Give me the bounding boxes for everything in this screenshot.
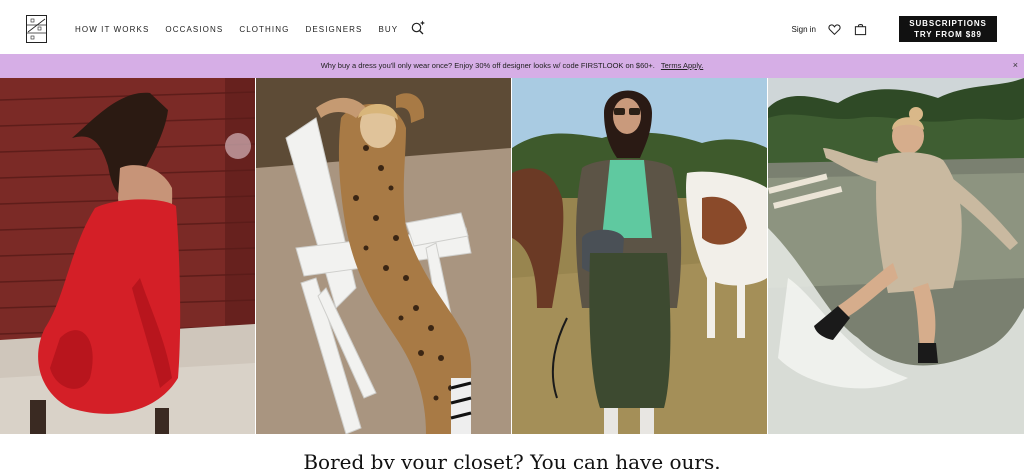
shopping-bag-icon[interactable] [854,23,867,36]
rtr-logo-icon[interactable] [26,15,47,43]
sparkle-search-icon[interactable] [410,19,426,35]
subscriptions-button-title: SUBSCRIPTIONS [909,19,987,28]
subscriptions-button-price: TRY FROM $89 [914,30,982,39]
header-actions: Sign in SUBSCRIPTIONS TRY FROM $89 [792,16,997,42]
woman-leopard-print-adirondack-chair[interactable] [256,78,511,434]
woman-green-skirt-horses[interactable] [512,78,767,434]
promo-banner: Why buy a dress you'll only wear once? E… [0,54,1024,78]
woman-sweater-splashing-lake[interactable] [768,78,1024,434]
nav-designers[interactable]: DESIGNERS [305,25,362,34]
main-nav: HOW IT WORKS OCCASIONS CLOTHING DESIGNER… [75,20,426,35]
nav-how-it-works[interactable]: HOW IT WORKS [75,25,149,34]
site-header: HOW IT WORKS OCCASIONS CLOTHING DESIGNER… [0,0,1024,54]
hero-gallery [0,78,1024,434]
heart-icon[interactable] [828,23,841,36]
nav-occasions[interactable]: OCCASIONS [165,25,223,34]
woman-red-dress-barn[interactable] [0,78,255,434]
subscriptions-button[interactable]: SUBSCRIPTIONS TRY FROM $89 [899,16,997,42]
promo-text: Why buy a dress you'll only wear once? E… [320,61,655,70]
page-headline: Bored by your closet? You can have ours. [303,450,721,469]
terms-apply-link[interactable]: Terms Apply. [661,61,703,70]
close-icon[interactable]: × [1013,60,1018,70]
sign-in-link[interactable]: Sign in [792,25,816,34]
nav-clothing[interactable]: CLOTHING [239,25,289,34]
nav-buy[interactable]: BUY [378,25,398,34]
